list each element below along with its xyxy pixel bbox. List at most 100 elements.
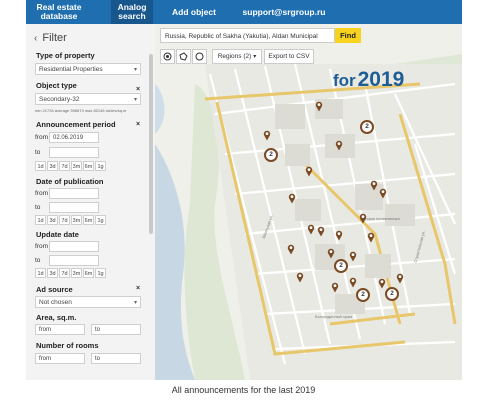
map-pin-icon[interactable] <box>378 278 386 291</box>
rooms-from-input[interactable]: from <box>35 353 85 364</box>
publication-from-input[interactable] <box>49 188 99 199</box>
range-3m-button[interactable]: 3m <box>71 268 82 278</box>
map-pin-icon[interactable] <box>335 230 343 243</box>
announcement-quick-range: 1d 3d 7d 3m 6m 1g <box>35 161 106 171</box>
range-1d-button[interactable]: 1d <box>35 215 46 225</box>
area-label: Area, sq.m. <box>36 313 77 322</box>
map-pin-icon[interactable] <box>287 244 295 257</box>
regions-dropdown[interactable]: Regions (2) ▾ <box>212 49 262 64</box>
range-3d-button[interactable]: 3d <box>47 161 58 171</box>
update-quick-range: 1d 3d 7d 3m 6m 1g <box>35 268 106 278</box>
range-6m-button[interactable]: 6m <box>83 215 94 225</box>
clear-object-type-icon[interactable]: × <box>136 86 140 93</box>
range-6m-button[interactable]: 6m <box>83 268 94 278</box>
map-area[interactable]: Детская поликлиника Богородичный храм Шк… <box>155 24 462 380</box>
circle-tool[interactable] <box>192 49 207 64</box>
rooms-to-input[interactable]: to <box>91 353 141 364</box>
object-type-value: Secondary-32 <box>39 96 80 103</box>
cluster-marker[interactable]: 2 <box>334 259 348 273</box>
nav-add-object[interactable]: Add object <box>166 0 222 24</box>
filter-header[interactable]: ‹ Filter <box>34 32 67 44</box>
from-label: from <box>35 243 48 250</box>
map-pin-icon[interactable] <box>379 188 387 201</box>
filter-sidebar: ‹ Filter Type of property Residential Pr… <box>26 24 156 380</box>
select-point-tool[interactable] <box>160 49 175 64</box>
export-csv-button[interactable]: Export to CSV <box>264 49 314 64</box>
regions-label: Regions (2) <box>217 53 252 60</box>
update-to-input[interactable] <box>49 255 99 266</box>
nav-analog-search[interactable]: Analog search <box>111 0 153 24</box>
range-1g-button[interactable]: 1g <box>95 161 106 171</box>
object-type-select[interactable]: Secondary-32 ▾ <box>35 93 141 105</box>
to-label: to <box>35 257 41 264</box>
range-3d-button[interactable]: 3d <box>47 215 58 225</box>
map-pin-icon[interactable] <box>335 140 343 153</box>
range-6m-button[interactable]: 6m <box>83 161 94 171</box>
headline-year: 2019 <box>357 68 405 91</box>
area-row: from to <box>35 324 141 335</box>
target-icon <box>163 52 172 61</box>
address-search-input[interactable]: Russia, Republic of Sakha (Yakutia), Ald… <box>160 28 335 43</box>
map-pin-icon[interactable] <box>396 273 404 286</box>
polygon-tool[interactable] <box>176 49 191 64</box>
nav-support-email[interactable]: support@srgroup.ru <box>239 0 329 24</box>
map-pin-icon[interactable] <box>370 180 378 193</box>
map-pin-icon[interactable] <box>296 272 304 285</box>
chevron-down-icon: ▾ <box>133 300 137 306</box>
object-type-price-note: min 21734 average 396673 max 82146 ruble… <box>35 108 127 113</box>
map-pin-icon[interactable] <box>367 232 375 245</box>
announcement-to-input[interactable] <box>49 147 99 158</box>
range-3m-button[interactable]: 3m <box>71 161 82 171</box>
area-from-input[interactable]: from <box>35 324 85 335</box>
range-7d-button[interactable]: 7d <box>59 268 70 278</box>
map-pin-icon[interactable] <box>317 226 325 239</box>
clear-announcement-period-icon[interactable]: × <box>136 121 140 128</box>
map-pin-icon[interactable] <box>359 213 367 226</box>
update-from-input[interactable] <box>49 241 99 252</box>
announcement-from-row: from 02.06.2019 <box>35 132 99 143</box>
announcement-period-label: Announcement period <box>36 120 116 129</box>
range-3m-button[interactable]: 3m <box>71 215 82 225</box>
clear-ad-source-icon[interactable]: × <box>136 285 140 292</box>
type-of-property-select[interactable]: Residential Properties ▾ <box>35 63 141 75</box>
announcement-to-row: to <box>35 147 99 158</box>
map-pin-icon[interactable] <box>307 224 315 237</box>
range-1d-button[interactable]: 1d <box>35 268 46 278</box>
polygon-icon <box>179 52 188 61</box>
cluster-marker[interactable]: 2 <box>360 120 374 134</box>
chevron-left-icon[interactable]: ‹ <box>34 33 37 44</box>
sidebar-scrollbar[interactable] <box>149 54 153 234</box>
chevron-down-icon: ▾ <box>133 67 137 73</box>
range-1g-button[interactable]: 1g <box>95 215 106 225</box>
range-1d-button[interactable]: 1d <box>35 161 46 171</box>
range-7d-button[interactable]: 7d <box>59 215 70 225</box>
map-pin-icon[interactable] <box>315 101 323 114</box>
from-label: from <box>35 134 48 141</box>
map-pin-icon[interactable] <box>349 251 357 264</box>
map-pin-icon[interactable] <box>288 193 296 206</box>
range-1g-button[interactable]: 1g <box>95 268 106 278</box>
rooms-row: from to <box>35 353 141 364</box>
map-pin-icon[interactable] <box>263 130 271 143</box>
area-to-input[interactable]: to <box>91 324 141 335</box>
ad-source-select[interactable]: Not chosen ▾ <box>35 296 141 308</box>
cluster-marker[interactable]: 2 <box>356 288 370 302</box>
chevron-down-icon: ▾ <box>253 54 257 60</box>
map-pin-icon[interactable] <box>331 282 339 295</box>
object-type-label: Object type <box>36 81 77 90</box>
number-of-rooms-label: Number of rooms <box>36 341 99 350</box>
publication-to-input[interactable] <box>49 202 99 213</box>
nav-real-estate-database[interactable]: Real estate database <box>26 0 92 24</box>
map-canvas[interactable] <box>155 24 462 380</box>
announcement-from-input[interactable]: 02.06.2019 <box>49 132 99 143</box>
update-date-label: Update date <box>36 230 79 239</box>
range-7d-button[interactable]: 7d <box>59 161 70 171</box>
map-pin-icon[interactable] <box>327 248 335 261</box>
find-button[interactable]: Find <box>335 28 361 43</box>
map-pin-icon[interactable] <box>305 166 313 179</box>
filter-title: Filter <box>42 32 67 44</box>
cluster-marker[interactable]: 2 <box>264 148 278 162</box>
cluster-marker[interactable]: 2 <box>385 287 399 301</box>
range-3d-button[interactable]: 3d <box>47 268 58 278</box>
map-pin-icon[interactable] <box>349 277 357 290</box>
